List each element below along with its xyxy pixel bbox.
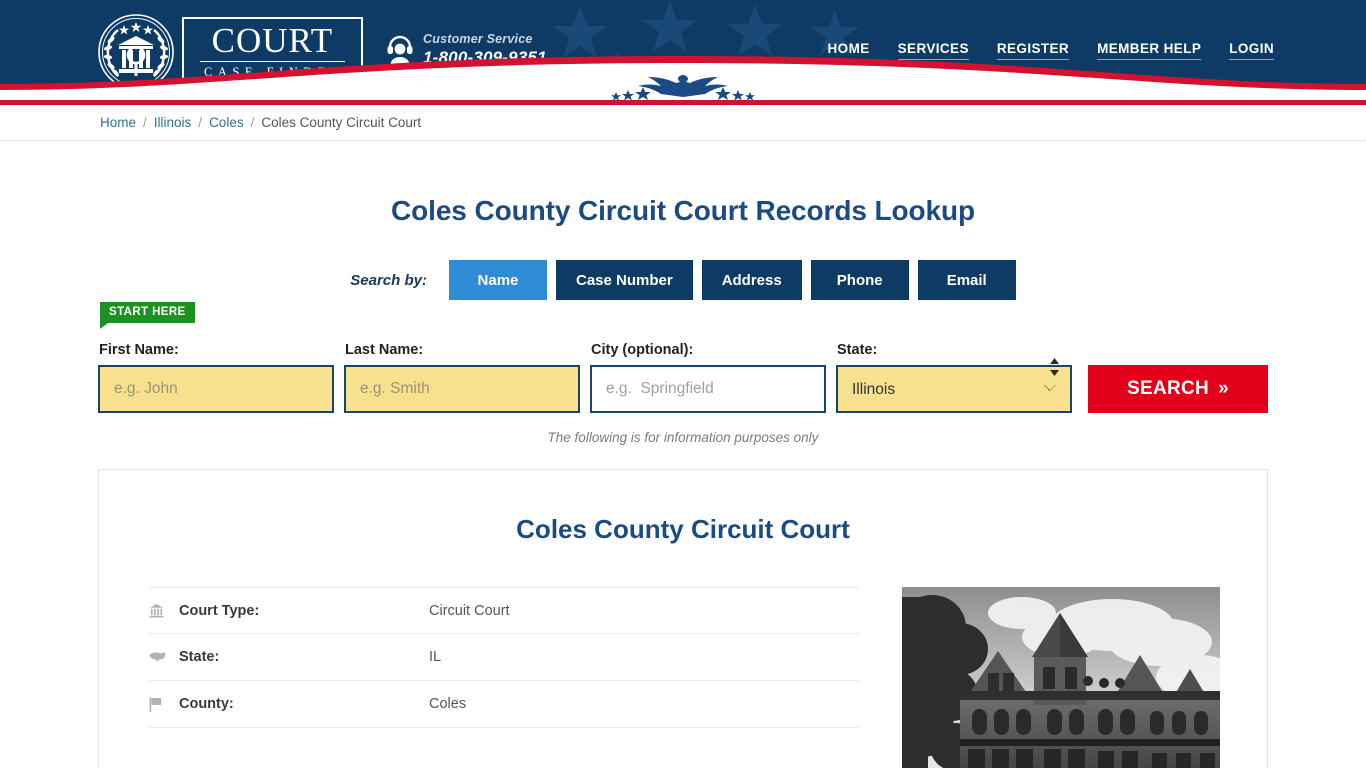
table-row: Court Type: Circuit Court — [149, 587, 859, 634]
information-disclaimer: The following is for information purpose… — [98, 430, 1268, 445]
nav-item-register[interactable]: REGISTER — [997, 41, 1069, 60]
state-value: IL — [429, 649, 441, 665]
last-name-field-group: Last Name: — [344, 342, 580, 413]
us-map-icon — [149, 651, 179, 663]
nav-item-login[interactable]: LOGIN — [1229, 41, 1274, 60]
court-info-table: Court Type: Circuit Court State: IL — [149, 587, 859, 728]
first-name-field-group: First Name: — [98, 342, 334, 413]
courthouse-photo — [902, 587, 1220, 768]
search-by-label: Search by: — [350, 272, 427, 289]
breadcrumb-item-home[interactable]: Home — [100, 115, 136, 130]
customer-service-block: Customer Service 1-800-309-9351 — [386, 33, 547, 67]
eagle-emblem-icon — [583, 70, 783, 100]
tab-case-number[interactable]: Case Number — [556, 260, 693, 300]
logo-wordmark: COURT CASE FINDER — [182, 17, 363, 87]
page-title: Coles County Circuit Court Records Looku… — [0, 141, 1366, 227]
last-name-label: Last Name: — [344, 342, 580, 358]
breadcrumb-item-illinois[interactable]: Illinois — [154, 115, 192, 130]
nav-item-member-help[interactable]: MEMBER HELP — [1097, 41, 1201, 60]
search-button[interactable]: SEARCH » — [1088, 365, 1268, 413]
flag-icon — [149, 697, 179, 712]
table-row: State: IL — [149, 634, 859, 681]
court-type-key: Court Type: — [179, 603, 429, 619]
state-field-group: State: Illinois — [836, 342, 1072, 413]
state-label: State: — [836, 342, 1072, 358]
tab-email[interactable]: Email — [918, 260, 1016, 300]
start-here-badge: START HERE — [100, 302, 195, 323]
logo-sub-text: CASE FINDER — [200, 62, 345, 79]
table-row: County: Coles — [149, 681, 859, 728]
logo-main-text: COURT — [200, 23, 345, 62]
search-by-tabs: Search by: Name Case Number Address Phon… — [0, 260, 1366, 300]
breadcrumb-separator: / — [198, 115, 202, 130]
site-header: COURT CASE FINDER Customer Service 1-800… — [0, 0, 1366, 100]
first-name-input[interactable] — [98, 365, 334, 413]
main-navigation: HOME SERVICES REGISTER MEMBER HELP LOGIN — [828, 41, 1274, 60]
breadcrumb-item-current: Coles County Circuit Court — [261, 115, 421, 130]
chevron-double-right-icon: » — [1218, 378, 1229, 400]
court-type-value: Circuit Court — [429, 603, 510, 619]
last-name-input[interactable] — [344, 365, 580, 413]
court-title: Coles County Circuit Court — [149, 514, 1217, 545]
city-input[interactable] — [590, 365, 826, 413]
county-key: County: — [179, 696, 429, 712]
city-label: City (optional): — [590, 342, 826, 358]
nav-item-services[interactable]: SERVICES — [898, 41, 969, 60]
headset-support-icon — [386, 35, 414, 65]
tab-name[interactable]: Name — [449, 260, 547, 300]
breadcrumb-separator: / — [251, 115, 255, 130]
search-button-label: SEARCH — [1127, 378, 1209, 400]
customer-service-label: Customer Service — [423, 33, 547, 47]
breadcrumb-item-coles[interactable]: Coles — [209, 115, 244, 130]
state-select[interactable]: Illinois — [836, 365, 1072, 413]
search-form: START HERE First Name: Last Name: City (… — [98, 300, 1268, 445]
breadcrumb-separator: / — [143, 115, 147, 130]
tab-phone[interactable]: Phone — [811, 260, 909, 300]
first-name-label: First Name: — [98, 342, 334, 358]
city-field-group: City (optional): — [590, 342, 826, 413]
court-details-card: Coles County Circuit Court Court Type: C… — [98, 469, 1268, 768]
breadcrumb: Home / Illinois / Coles / Coles County C… — [0, 105, 1366, 141]
state-key: State: — [179, 649, 429, 665]
tab-address[interactable]: Address — [702, 260, 802, 300]
nav-item-home[interactable]: HOME — [828, 41, 870, 60]
county-value: Coles — [429, 696, 466, 712]
court-seal-wreath-icon — [96, 12, 176, 92]
site-logo[interactable]: COURT CASE FINDER — [96, 11, 363, 93]
bank-courthouse-icon — [149, 603, 179, 618]
customer-service-phone[interactable]: 1-800-309-9351 — [423, 49, 547, 68]
